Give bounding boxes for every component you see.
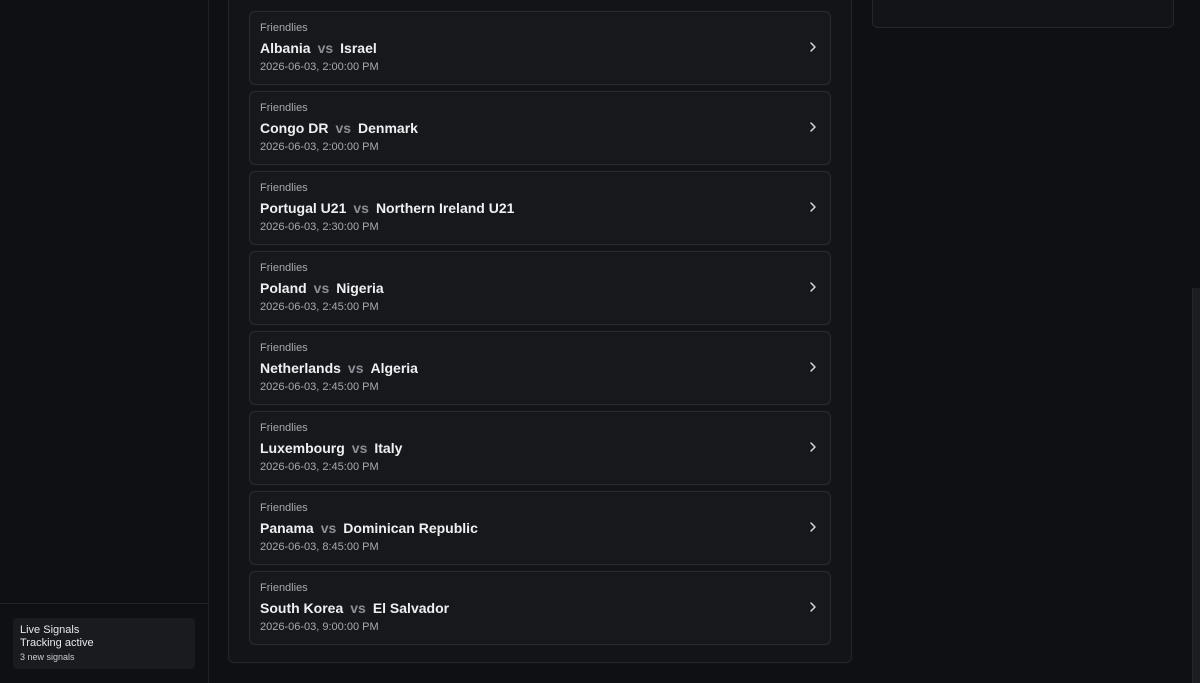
chevron-right-icon[interactable]: [807, 521, 819, 533]
away-team: Denmark: [358, 120, 418, 136]
page-scrollbar[interactable]: [1192, 288, 1200, 683]
match-teams: Poland vs Nigeria: [260, 280, 384, 296]
match-league: Friendlies: [260, 22, 308, 34]
home-team: Luxembourg: [260, 440, 345, 456]
away-team: Algeria: [370, 360, 418, 376]
match-league: Friendlies: [260, 102, 308, 114]
away-team: Israel: [340, 40, 377, 56]
match-league: Friendlies: [260, 262, 308, 274]
match-card[interactable]: Friendlies South Korea vs El Salvador 2026…: [249, 571, 831, 645]
home-team: Netherlands: [260, 360, 341, 376]
vs-label: vs: [347, 360, 364, 376]
match-league: Friendlies: [260, 182, 308, 194]
match-teams: Albania vs Israel: [260, 40, 377, 56]
away-team: Nigeria: [336, 280, 384, 296]
app-root: Live Signals Tracking active 3 new signa…: [0, 0, 1200, 683]
match-teams: Netherlands vs Algeria: [260, 360, 418, 376]
match-card[interactable]: Friendlies Congo DR vs Denmark 2026-06-03,…: [249, 91, 831, 165]
home-team: South Korea: [260, 600, 344, 616]
match-league: Friendlies: [260, 502, 308, 514]
match-card[interactable]: Friendlies Poland vs Nigeria 2026-06-03, 2…: [249, 251, 831, 325]
sidebar-footer: Live Signals Tracking active 3 new signa…: [0, 603, 208, 683]
chevron-right-icon[interactable]: [807, 201, 819, 213]
vs-label: vs: [320, 520, 337, 536]
home-team: Panama: [260, 520, 314, 536]
match-teams: Portugal U21 vs Northern Ireland U21: [260, 200, 514, 216]
sidebar: Live Signals Tracking active 3 new signa…: [0, 0, 209, 683]
side-panel: [872, 0, 1174, 28]
match-card[interactable]: Friendlies Luxembourg vs Italy 2026-06-03,…: [249, 411, 831, 485]
home-team: Portugal U21: [260, 200, 347, 216]
home-team: Congo DR: [260, 120, 329, 136]
live-signals-status: Tracking active: [20, 637, 94, 649]
vs-label: vs: [351, 440, 368, 456]
match-card[interactable]: Friendlies Albania vs Israel 2026-06-03, 2…: [249, 11, 831, 85]
matches-panel: Friendlies Albania vs Israel 2026-06-03, 2…: [228, 0, 852, 663]
match-teams: Panama vs Dominican Republic: [260, 520, 478, 536]
vs-label: vs: [353, 200, 369, 216]
vs-label: vs: [335, 120, 352, 136]
match-league: Friendlies: [260, 582, 308, 594]
main-content: Friendlies Albania vs Israel 2026-06-03, 2…: [209, 0, 1200, 683]
home-team: Albania: [260, 40, 311, 56]
chevron-right-icon[interactable]: [807, 41, 819, 53]
match-card[interactable]: Friendlies Portugal U21 vs Northern Irelan…: [249, 171, 831, 245]
match-kickoff-time: 2026-06-03, 2:00:00 PM: [260, 61, 379, 73]
chevron-right-icon[interactable]: [807, 601, 819, 613]
away-team: Dominican Republic: [343, 520, 478, 536]
chevron-right-icon[interactable]: [807, 121, 819, 133]
vs-label: vs: [317, 40, 334, 56]
match-kickoff-time: 2026-06-03, 2:30:00 PM: [260, 221, 379, 233]
match-kickoff-time: 2026-06-03, 2:45:00 PM: [260, 461, 379, 473]
match-kickoff-time: 2026-06-03, 2:45:00 PM: [260, 301, 379, 313]
match-teams: Luxembourg vs Italy: [260, 440, 402, 456]
chevron-right-icon[interactable]: [807, 281, 819, 293]
match-card[interactable]: Friendlies Panama vs Dominican Republic 20…: [249, 491, 831, 565]
match-kickoff-time: 2026-06-03, 9:00:00 PM: [260, 621, 379, 633]
match-league: Friendlies: [260, 342, 308, 354]
away-team: Italy: [374, 440, 403, 456]
chevron-right-icon[interactable]: [807, 361, 819, 373]
match-teams: South Korea vs El Salvador: [260, 600, 449, 616]
match-kickoff-time: 2026-06-03, 8:45:00 PM: [260, 541, 379, 553]
live-signals-title: Live Signals: [20, 624, 80, 636]
match-league: Friendlies: [260, 422, 308, 434]
live-signals-count: 3 new signals: [20, 652, 75, 662]
match-card[interactable]: Friendlies Netherlands vs Algeria 2026-06-…: [249, 331, 831, 405]
match-kickoff-time: 2026-06-03, 2:45:00 PM: [260, 381, 379, 393]
away-team: Northern Ireland U21: [375, 200, 515, 216]
home-team: Poland: [260, 280, 307, 296]
match-teams: Congo DR vs Denmark: [260, 120, 418, 136]
away-team: El Salvador: [372, 600, 450, 616]
chevron-right-icon[interactable]: [807, 441, 819, 453]
vs-label: vs: [350, 600, 366, 616]
match-kickoff-time: 2026-06-03, 2:00:00 PM: [260, 141, 379, 153]
vs-label: vs: [313, 280, 330, 296]
live-signals-widget[interactable]: Live Signals Tracking active 3 new signa…: [13, 618, 195, 669]
